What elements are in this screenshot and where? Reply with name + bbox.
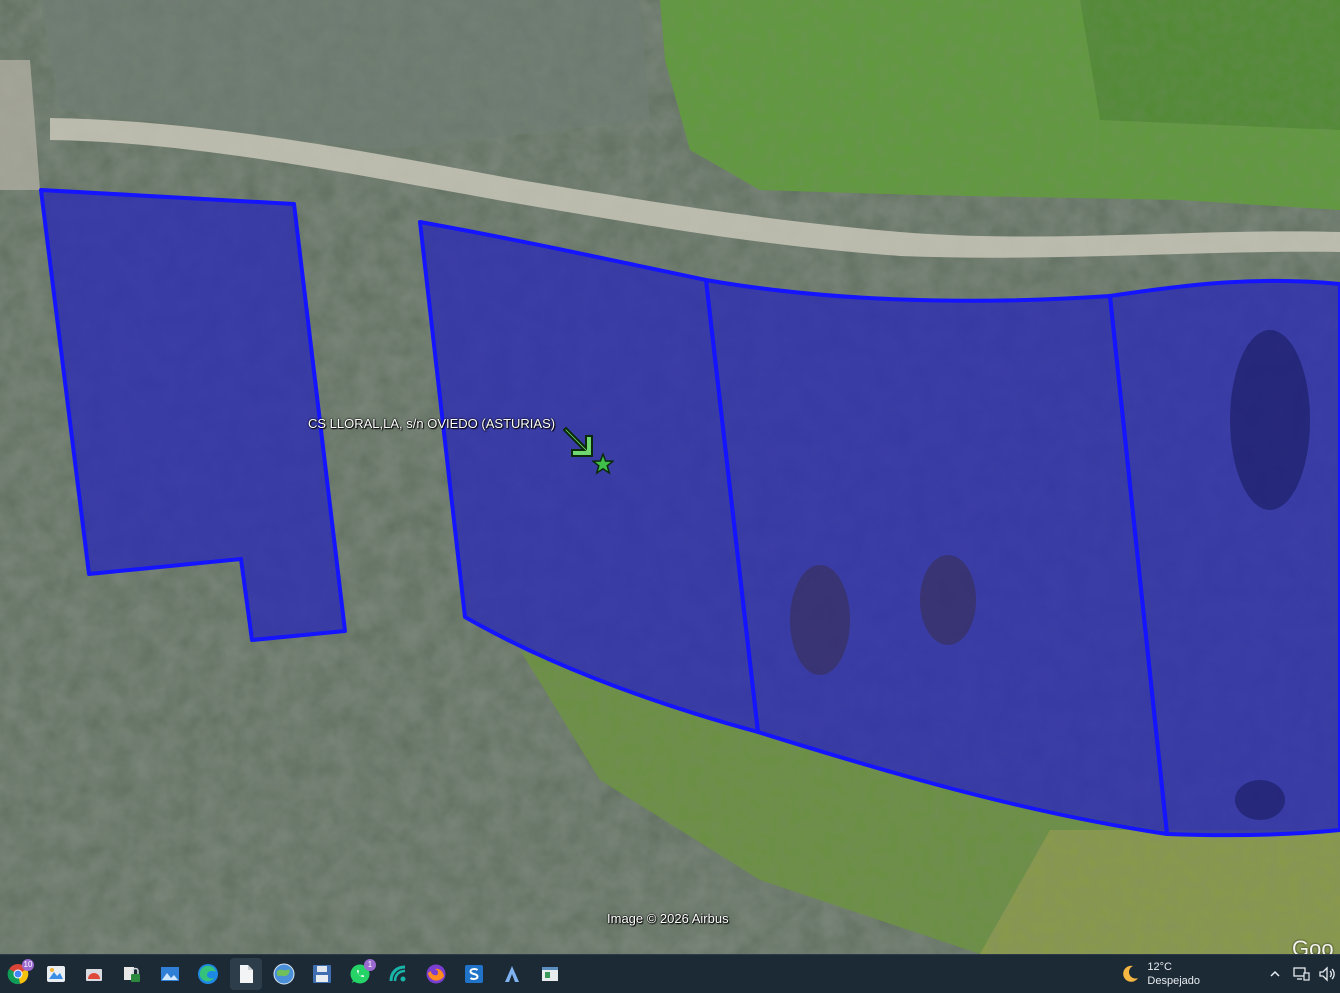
weather-widget[interactable]: 12°C Despejado	[1119, 960, 1200, 988]
window-app-icon[interactable]	[534, 958, 566, 990]
whatsapp-icon[interactable]: 1	[344, 958, 376, 990]
document-icon[interactable]	[230, 958, 262, 990]
floppy-save-icon[interactable]	[306, 958, 338, 990]
lock-files-icon[interactable]	[116, 958, 148, 990]
paint-icon[interactable]	[40, 958, 72, 990]
google-logo: Goo	[1292, 936, 1334, 954]
windows-taskbar: 10 1 12°C Despejado	[0, 954, 1340, 993]
photos-icon[interactable]	[78, 958, 110, 990]
system-tray: 12°C Despejado	[1119, 955, 1340, 993]
notification-badge: 10	[22, 959, 34, 971]
weather-temperature: 12°C	[1147, 961, 1172, 973]
notification-badge: 1	[364, 959, 376, 971]
s-app-icon[interactable]	[458, 958, 490, 990]
speaker-icon[interactable]	[1314, 958, 1340, 990]
firefox-icon[interactable]	[420, 958, 452, 990]
satellite-map[interactable]: CS LLORAL,LA, s/n OVIEDO (ASTURIAS) Imag…	[0, 0, 1340, 954]
weather-condition: Despejado	[1147, 975, 1200, 987]
chrome-icon[interactable]: 10	[2, 958, 34, 990]
green-star-icon[interactable]	[592, 453, 614, 475]
moon-icon	[1123, 965, 1139, 982]
triangle-app-icon[interactable]	[496, 958, 528, 990]
network-icon[interactable]	[1288, 958, 1314, 990]
chevron-up-icon[interactable]	[1262, 958, 1288, 990]
imagery-attribution: Image © 2026 Airbus	[607, 911, 729, 926]
connect-icon[interactable]	[382, 958, 414, 990]
placemark-label[interactable]: CS LLORAL,LA, s/n OVIEDO (ASTURIAS)	[308, 416, 555, 431]
edge-icon[interactable]	[192, 958, 224, 990]
map-imagery	[0, 0, 1340, 954]
image-viewer-icon[interactable]	[154, 958, 186, 990]
google-earth-icon[interactable]	[268, 958, 300, 990]
